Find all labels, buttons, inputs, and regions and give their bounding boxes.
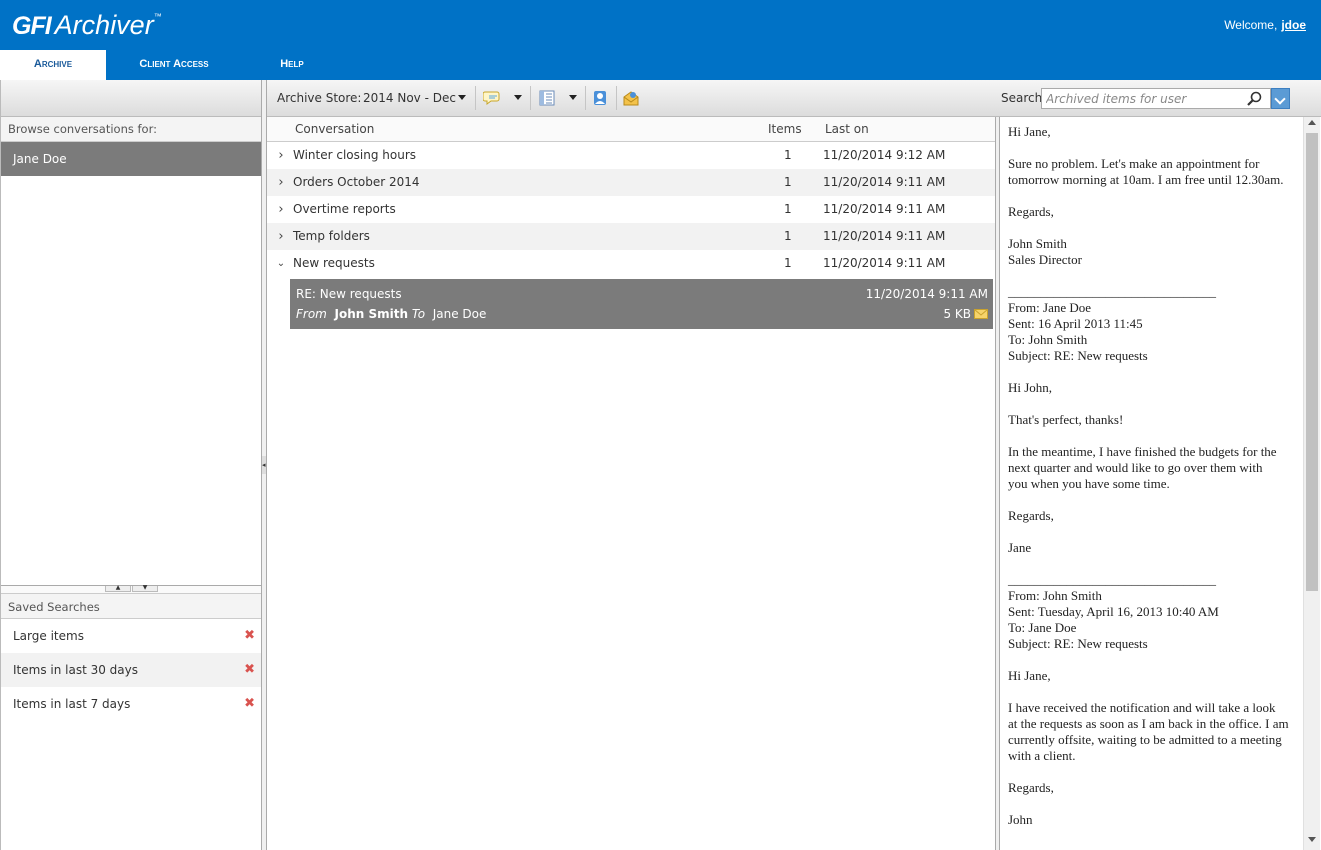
expand-chevron-icon[interactable]: › xyxy=(275,223,287,250)
delete-icon[interactable]: ✖ xyxy=(244,687,255,721)
splitter-down-icon[interactable]: ▼ xyxy=(132,585,158,592)
scroll-up-icon[interactable] xyxy=(1308,120,1316,125)
expand-chevron-icon[interactable]: › xyxy=(275,142,287,169)
message-body: Hi Jane, Sure no problem. Let's make an … xyxy=(1008,124,1289,827)
toolbar-divider xyxy=(475,86,476,110)
column-items[interactable]: Items xyxy=(768,117,802,142)
conversation-row[interactable]: › Winter closing hours 1 11/20/2014 9:12… xyxy=(267,142,995,169)
message-preview-pane: Hi Jane, Sure no problem. Let's make an … xyxy=(1000,117,1303,850)
welcome-text: Welcome, xyxy=(1224,18,1278,32)
message-sender-line: From John Smith To Jane Doe xyxy=(296,307,486,321)
expand-chevron-icon[interactable]: › xyxy=(275,169,287,196)
conversation-subject: Winter closing hours xyxy=(293,148,417,162)
to-label: To xyxy=(411,307,426,321)
tab-help[interactable]: Help xyxy=(242,50,342,80)
layout-view-icon[interactable] xyxy=(538,89,556,107)
conversation-last-on: 11/20/2014 9:11 AM xyxy=(823,202,946,216)
conversation-subject: Temp folders xyxy=(293,229,370,243)
saved-search-label: Items in last 7 days xyxy=(13,697,131,711)
message-size: 5 KB xyxy=(943,307,971,321)
envelope-icon xyxy=(974,309,988,319)
username-link[interactable]: jdoe xyxy=(1281,18,1306,32)
main-tabs: Archive Client Access Help xyxy=(0,50,342,80)
conversation-row[interactable]: ⌄ New requests 1 11/20/2014 9:11 AM xyxy=(267,250,995,277)
search-options-dropdown[interactable] xyxy=(1271,88,1290,109)
delete-icon[interactable]: ✖ xyxy=(244,619,255,653)
message-to: Jane Doe xyxy=(432,307,487,321)
archive-store-dropdown-icon[interactable] xyxy=(458,95,466,100)
browse-conversations-header: Browse conversations for: xyxy=(1,117,261,142)
search-icon[interactable] xyxy=(1246,91,1262,107)
gfi-archiver-logo: GFI Archiver™ xyxy=(12,10,162,41)
main-toolbar: Archive Store: 2014 Nov - Dec Search: xyxy=(267,80,1321,117)
search-box xyxy=(1041,88,1271,109)
logo-trademark: ™ xyxy=(153,12,162,21)
delete-icon[interactable]: ✖ xyxy=(244,653,255,687)
archive-store-label: Archive Store: xyxy=(277,91,362,105)
scroll-down-icon[interactable] xyxy=(1308,837,1316,842)
welcome-area: Welcome, jdoe xyxy=(1224,18,1306,32)
toolbar-divider xyxy=(530,86,531,110)
saved-search-item[interactable]: Items in last 7 days ✖ xyxy=(1,687,261,721)
message-date: 11/20/2014 9:11 AM xyxy=(865,287,988,301)
left-toolbar xyxy=(1,80,261,117)
app-header: GFI Archiver™ Welcome, jdoe Archive Client… xyxy=(0,0,1321,80)
user-contact-icon[interactable] xyxy=(591,89,609,107)
column-last-on[interactable]: Last on xyxy=(825,117,869,142)
message-from: John Smith xyxy=(334,307,409,321)
left-panel: Browse conversations for: Jane Doe ▲ ▼ S… xyxy=(0,80,262,850)
open-email-icon[interactable] xyxy=(622,89,640,107)
preview-scrollbar[interactable] xyxy=(1303,117,1320,850)
logo-product: Archiver xyxy=(54,10,154,40)
saved-search-label: Large items xyxy=(13,629,84,643)
saved-search-item[interactable]: Large items ✖ xyxy=(1,619,261,653)
horizontal-splitter[interactable]: ▲ ▼ xyxy=(1,585,261,593)
conversation-subject: New requests xyxy=(293,256,375,270)
conversation-items-count: 1 xyxy=(784,202,792,216)
conversation-last-on: 11/20/2014 9:11 AM xyxy=(823,229,946,243)
saved-searches-header: Saved Searches xyxy=(1,593,261,619)
collapse-chevron-icon[interactable]: ⌄ xyxy=(275,250,287,277)
scroll-thumb[interactable] xyxy=(1306,133,1318,591)
column-conversation[interactable]: Conversation xyxy=(295,117,374,142)
conversation-view-icon[interactable] xyxy=(483,89,501,107)
archive-store-select[interactable]: 2014 Nov - Dec xyxy=(363,91,456,105)
tab-archive[interactable]: Archive xyxy=(0,50,106,80)
selected-message-item[interactable]: RE: New requests 11/20/2014 9:11 AM From… xyxy=(290,279,993,329)
conversation-view-dropdown-icon[interactable] xyxy=(514,95,522,100)
toolbar-divider xyxy=(585,86,586,110)
toolbar-divider xyxy=(616,86,617,110)
search-input[interactable] xyxy=(1042,89,1242,108)
saved-searches-list: Large items ✖ Items in last 30 days ✖ It… xyxy=(1,619,261,721)
conversation-row[interactable]: › Temp folders 1 11/20/2014 9:11 AM xyxy=(267,223,995,250)
message-subject: RE: New requests xyxy=(296,287,402,301)
conversation-list: Conversation Items Last on › Winter clos… xyxy=(267,117,995,850)
logo-brand: GFI xyxy=(12,12,52,40)
conversation-list-header: Conversation Items Last on xyxy=(267,117,995,142)
conversation-last-on: 11/20/2014 9:11 AM xyxy=(823,175,946,189)
conversation-row[interactable]: › Orders October 2014 1 11/20/2014 9:11 … xyxy=(267,169,995,196)
conversation-items-count: 1 xyxy=(784,256,792,270)
conversation-last-on: 11/20/2014 9:11 AM xyxy=(823,256,946,270)
from-label: From xyxy=(296,307,327,321)
splitter-up-icon[interactable]: ▲ xyxy=(105,585,131,592)
saved-search-item[interactable]: Items in last 30 days ✖ xyxy=(1,653,261,687)
search-label: Search: xyxy=(1001,91,1047,105)
user-item-jane-doe[interactable]: Jane Doe xyxy=(1,142,261,176)
expand-chevron-icon[interactable]: › xyxy=(275,196,287,223)
conversation-last-on: 11/20/2014 9:12 AM xyxy=(823,148,946,162)
conversation-items-count: 1 xyxy=(784,229,792,243)
saved-search-label: Items in last 30 days xyxy=(13,663,139,677)
conversation-items-count: 1 xyxy=(784,175,792,189)
tab-client-access[interactable]: Client Access xyxy=(106,50,242,80)
conversation-row[interactable]: › Overtime reports 1 11/20/2014 9:11 AM xyxy=(267,196,995,223)
conversation-items-count: 1 xyxy=(784,148,792,162)
collapse-left-icon[interactable]: ◂ xyxy=(262,456,266,474)
conversation-subject: Orders October 2014 xyxy=(293,175,420,189)
conversation-subject: Overtime reports xyxy=(293,202,396,216)
layout-view-dropdown-icon[interactable] xyxy=(569,95,577,100)
